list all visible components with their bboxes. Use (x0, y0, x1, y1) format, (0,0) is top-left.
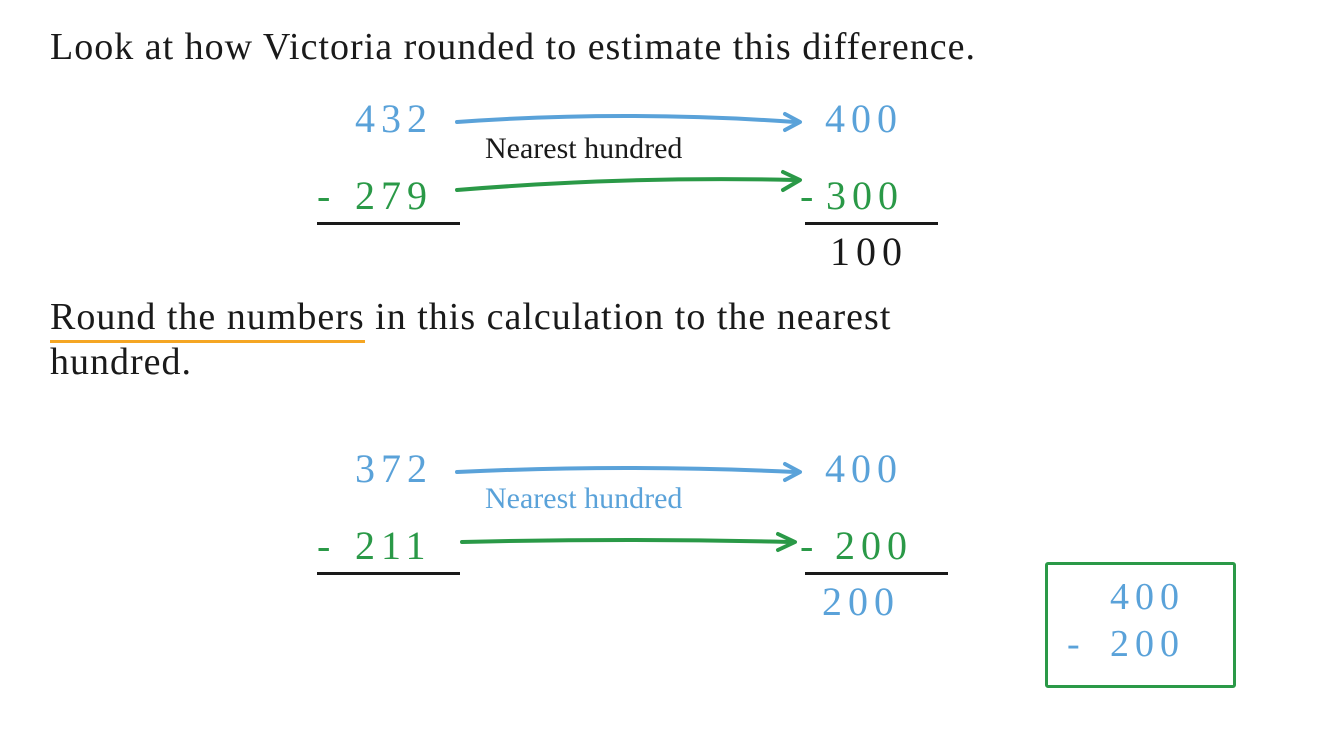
ex2-bottom-rounded: 200 (835, 522, 913, 569)
ex2-result: 200 (822, 578, 900, 625)
ex2-top-rounded: 400 (825, 445, 903, 492)
underbar (317, 222, 460, 225)
arrow-icon (455, 170, 805, 200)
ex1-bottom-original: 279 (355, 172, 433, 219)
line2-remainder: in this calculation to the nearest (365, 296, 892, 338)
minus-sign: - (1067, 622, 1080, 666)
underbar (805, 222, 938, 225)
ex1-nearest-label: Nearest hundred (485, 132, 682, 166)
ex2-nearest-label: Nearest hundred (485, 482, 682, 516)
answer-bottom: 200 (1110, 622, 1185, 666)
question-line-1: Look at how Victoria rounded to estimate… (50, 25, 976, 69)
minus-sign: - (317, 172, 330, 219)
ex1-top-original: 432 (355, 95, 433, 142)
ex2-bottom-original: 211 (355, 522, 432, 569)
arrow-icon (460, 528, 800, 558)
question-line-3: hundred. (50, 340, 192, 384)
minus-sign: - (317, 522, 330, 569)
underlined-phrase: Round the numbers (50, 295, 365, 343)
ex1-result: 100 (830, 228, 908, 275)
underbar (317, 572, 460, 575)
answer-top: 400 (1110, 575, 1185, 619)
minus-sign: - (800, 172, 813, 219)
ex2-top-original: 372 (355, 445, 433, 492)
ex1-bottom-rounded: 300 (826, 172, 904, 219)
minus-sign: - (800, 522, 813, 569)
question-line-2: Round the numbers in this calculation to… (50, 295, 891, 343)
ex1-top-rounded: 400 (825, 95, 903, 142)
underbar (805, 572, 948, 575)
